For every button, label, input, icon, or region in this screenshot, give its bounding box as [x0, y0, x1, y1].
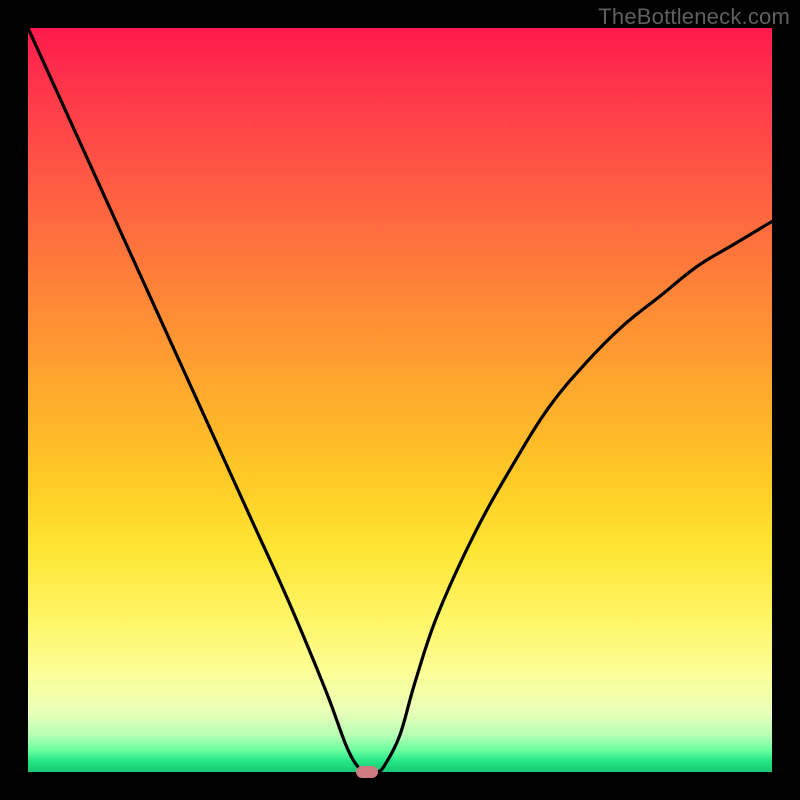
watermark-text: TheBottleneck.com: [598, 4, 790, 30]
plot-area: [28, 28, 772, 772]
chart-frame: TheBottleneck.com: [0, 0, 800, 800]
bottleneck-curve: [28, 28, 772, 772]
optimum-marker: [356, 766, 378, 778]
